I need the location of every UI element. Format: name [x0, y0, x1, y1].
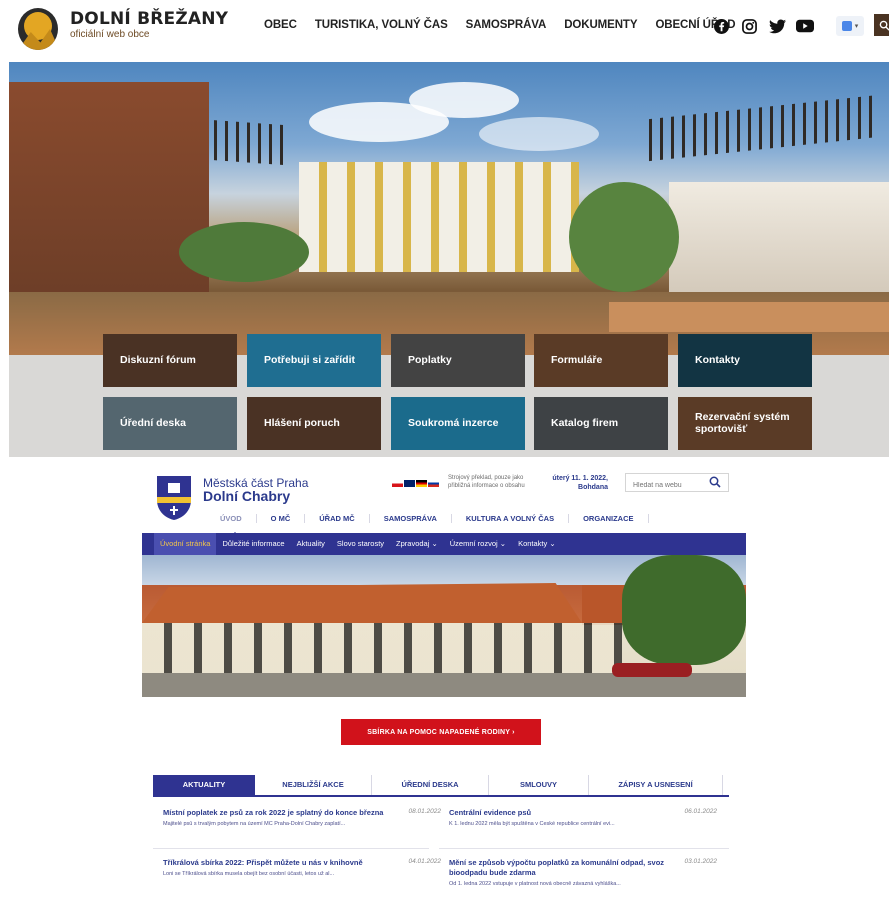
news-excerpt: Od 1. ledna 2022 vstupuje v platnost nov…: [449, 881, 621, 888]
nav-item-o-mc[interactable]: O MČ: [257, 514, 306, 523]
second-site: Městská část Praha Dolní Chabry Strojový…: [142, 458, 746, 899]
google-translate-icon[interactable]: ▾: [836, 16, 864, 36]
hero-image: [9, 62, 889, 355]
social-links: [712, 17, 814, 35]
tab-minutes[interactable]: ZÁPISY A USNESENÍ: [589, 775, 723, 795]
nav-item-uvod[interactable]: ÚVOD: [206, 514, 257, 523]
flag-cz-icon[interactable]: [392, 480, 403, 487]
search-box: [625, 473, 729, 494]
tile-sports-reservation[interactable]: Rezervační systém sportovišť: [678, 397, 812, 450]
subnav-development[interactable]: Územní rozvoj ⌄: [444, 533, 512, 555]
flag-uk-icon[interactable]: [404, 480, 415, 487]
town-hall-photo: [142, 555, 746, 697]
tile-report-faults[interactable]: Hlášení poruch: [247, 397, 381, 450]
date-nameday: úterý 11. 1. 2022, Bohdana: [552, 475, 608, 493]
tile-discussion-forum[interactable]: Diskuzní fórum: [103, 334, 237, 387]
tab-official-board[interactable]: ÚŘEDNÍ DESKA: [372, 775, 489, 795]
news-date: 08.01.2022: [408, 808, 441, 815]
tile-official-board[interactable]: Úřední deska: [103, 397, 237, 450]
site-logo[interactable]: [18, 8, 58, 50]
news-excerpt: Loni se Tříkrálová sbírka musela obejít …: [163, 871, 335, 878]
twitter-icon[interactable]: [768, 17, 786, 35]
nav-item-kultura[interactable]: KULTURA A VOLNÝ ČAS: [452, 514, 570, 523]
tile-company-catalog[interactable]: Katalog firem: [534, 397, 668, 450]
subnav-news[interactable]: Aktuality: [291, 533, 331, 555]
search-input[interactable]: [626, 477, 706, 494]
subnav-home[interactable]: Úvodní stránka: [154, 533, 217, 555]
current-date: úterý 11. 1. 2022,: [552, 475, 608, 482]
news-title[interactable]: Tříkrálová sbírka 2022: Přispět můžete u…: [163, 858, 389, 868]
news-title[interactable]: Mění se způsob výpočtu poplatků za komun…: [449, 858, 675, 878]
news-date: 04.01.2022: [408, 858, 441, 865]
coat-of-arms-icon[interactable]: [156, 475, 192, 521]
news-title[interactable]: Místní poplatek ze psů za rok 2022 je sp…: [163, 808, 389, 818]
tile-arrange[interactable]: Potřebuji si zařídit: [247, 334, 381, 387]
main-nav: OBEC TURISTIKA, VOLNÝ ČAS SAMOSPRÁVA DOK…: [264, 19, 736, 31]
tab-contracts[interactable]: SMLOUVY: [489, 775, 589, 795]
news-title[interactable]: Centrální evidence psů: [449, 808, 675, 818]
search-icon[interactable]: [709, 476, 721, 488]
district-sub-nav: Úvodní stránka Důležité informace Aktual…: [142, 533, 746, 555]
flag-de-icon[interactable]: [416, 480, 427, 487]
nav-item-organizace[interactable]: ORGANIZACE: [569, 514, 649, 523]
news-excerpt: K 1. lednu 2022 měla být spuštěna v Česk…: [449, 821, 615, 828]
district-name[interactable]: Dolní Chabry: [203, 488, 290, 504]
nav-item-urad-mc[interactable]: ÚŘAD MČ: [305, 514, 370, 523]
nav-item-samosprava[interactable]: SAMOSPRÁVA: [466, 19, 547, 31]
nav-item-dokumenty[interactable]: DOKUMENTY: [564, 19, 637, 31]
instagram-icon[interactable]: [740, 17, 758, 35]
tab-news[interactable]: AKTUALITY: [153, 775, 255, 795]
search-icon[interactable]: [874, 14, 889, 36]
language-flags: [392, 480, 439, 487]
nav-item-turistika[interactable]: TURISTIKA, VOLNÝ ČAS: [315, 19, 448, 31]
subnav-contacts[interactable]: Kontakty ⌄: [512, 533, 562, 555]
divider: [153, 848, 429, 849]
tile-contacts[interactable]: Kontakty: [678, 334, 812, 387]
subnav-mayor[interactable]: Slovo starosty: [331, 533, 390, 555]
list-item[interactable]: Tříkrálová sbírka 2022: Přispět můžete u…: [163, 858, 441, 877]
tile-private-ads[interactable]: Soukromá inzerce: [391, 397, 525, 450]
donation-button[interactable]: SBÍRKA NA POMOC NAPADENÉ RODINY ›: [341, 719, 541, 745]
list-item[interactable]: Centrální evidence psů 06.01.2022 K 1. l…: [449, 808, 717, 827]
divider: [439, 848, 729, 849]
site-subtitle: oficiální web obce: [70, 29, 150, 40]
subnav-newsletter[interactable]: Zpravodaj ⌄: [390, 533, 444, 555]
tile-fees[interactable]: Poplatky: [391, 334, 525, 387]
news-date: 03.01.2022: [684, 858, 717, 865]
youtube-icon[interactable]: [796, 17, 814, 35]
site-title[interactable]: DOLNÍ BŘEŽANY: [70, 9, 228, 29]
district-main-nav: ÚVOD O MČ ÚŘAD MČ SAMOSPRÁVA KULTURA A V…: [206, 514, 649, 537]
subnav-important[interactable]: Důležité informace: [216, 533, 290, 555]
list-item[interactable]: Mění se způsob výpočtu poplatků za komun…: [449, 858, 717, 887]
nav-item-obec[interactable]: OBEC: [264, 19, 297, 31]
news-date: 06.01.2022: [684, 808, 717, 815]
translate-note: Strojový překlad, pouze jako přibližná i…: [448, 475, 525, 489]
nameday: Bohdana: [578, 483, 608, 491]
list-item[interactable]: Místní poplatek ze psů za rok 2022 je sp…: [163, 808, 441, 827]
flag-ru-icon[interactable]: [428, 480, 439, 487]
nav-item-samosprava[interactable]: SAMOSPRÁVA: [370, 514, 452, 523]
facebook-icon[interactable]: [712, 17, 730, 35]
db-header: DOLNÍ BŘEŽANY oficiální web obce OBEC TU…: [0, 0, 889, 62]
news-excerpt: Majitelé psů s trvalým pobytem na území …: [163, 821, 346, 828]
tab-events[interactable]: NEJBLIŽŠÍ AKCE: [255, 775, 372, 795]
tile-forms[interactable]: Formuláře: [534, 334, 668, 387]
news-tabs: AKTUALITY NEJBLIŽŠÍ AKCE ÚŘEDNÍ DESKA SM…: [153, 775, 729, 797]
